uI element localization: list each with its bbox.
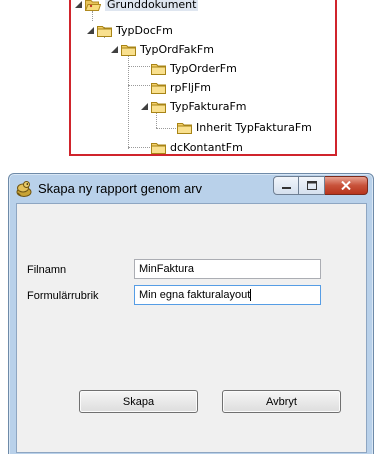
collapse-arrow-icon[interactable] [73, 0, 83, 13]
tree-item-grunddokument[interactable]: Grunddokument [73, 0, 199, 13]
cancel-button-label: Avbryt [266, 395, 297, 408]
tree-item-label: rpFljFm [170, 81, 211, 94]
tree-connector [128, 85, 150, 86]
folder-icon [151, 142, 166, 154]
tree-connector [128, 66, 150, 67]
folder-icon [97, 25, 112, 37]
create-button-label: Skapa [122, 395, 155, 408]
tree-item-inherit-typfakturafm[interactable]: Inherit TypFakturaFm [177, 119, 312, 136]
tree-item-label: Grunddokument [105, 0, 199, 11]
folder-icon [121, 44, 136, 56]
collapse-arrow-icon[interactable] [139, 98, 149, 115]
tree-item-label: dcKontantFm [170, 141, 243, 154]
folder-icon [177, 122, 192, 134]
app-icon [15, 180, 33, 198]
tree-item-label: TypOrdFakFm [140, 43, 214, 56]
form-heading-label: Formulärrubrik [27, 290, 99, 302]
tree-connector [128, 147, 150, 148]
dialog-title: Skapa ny rapport genom arv [38, 181, 203, 196]
close-button[interactable] [325, 176, 368, 195]
collapse-arrow-icon[interactable] [109, 41, 119, 58]
tree-item-typdocfm[interactable]: TypDocFm [85, 22, 173, 39]
tree-item-label: TypOrderFm [170, 62, 237, 75]
folder-icon [151, 101, 166, 113]
tree-item-dckontantfm[interactable]: dcKontantFm [151, 139, 243, 154]
folder-icon [151, 63, 166, 75]
maximize-button[interactable] [299, 176, 325, 195]
tree-item-rpfljfm[interactable]: rpFljFm [151, 79, 211, 96]
filename-input[interactable]: MinFaktura [134, 259, 321, 279]
minimize-icon [281, 187, 291, 189]
tree-connector [128, 48, 129, 149]
create-report-dialog: Skapa ny rapport genom arv Filnamn MinFa… [8, 173, 374, 454]
open-folder-icon [85, 0, 101, 11]
tree-connector [156, 128, 176, 129]
dialog-body: Filnamn MinFaktura Formulärrubrik Min eg… [16, 203, 367, 453]
form-heading-input[interactable]: Min egna fakturalayout [134, 285, 321, 305]
tree-item-label: TypFakturaFm [170, 100, 247, 113]
create-button[interactable]: Skapa [79, 390, 198, 413]
dialog-titlebar[interactable]: Skapa ny rapport genom arv [9, 174, 373, 203]
filename-value: MinFaktura [139, 263, 195, 275]
window-controls [273, 176, 368, 195]
tree-item-label: Inherit TypFakturaFm [196, 121, 312, 134]
folder-icon [151, 82, 166, 94]
text-caret [250, 289, 252, 302]
maximize-icon [306, 181, 317, 190]
tree-item-typordfakfm[interactable]: TypOrdFakFm [109, 41, 214, 58]
filename-label: Filnamn [27, 264, 67, 276]
tree-item-typorderfm[interactable]: TypOrderFm [151, 60, 237, 77]
minimize-button[interactable] [273, 176, 299, 195]
document-tree: Grunddokument TypDocFm TypOrdFakFm TypOr… [69, 0, 337, 156]
collapse-arrow-icon[interactable] [85, 22, 95, 39]
close-icon [341, 181, 351, 190]
tree-item-label: TypDocFm [116, 24, 173, 37]
cancel-button[interactable]: Avbryt [222, 390, 341, 413]
tree-item-typfakturafm[interactable]: TypFakturaFm [139, 98, 247, 115]
form-heading-value: Min egna fakturalayout [139, 289, 251, 301]
